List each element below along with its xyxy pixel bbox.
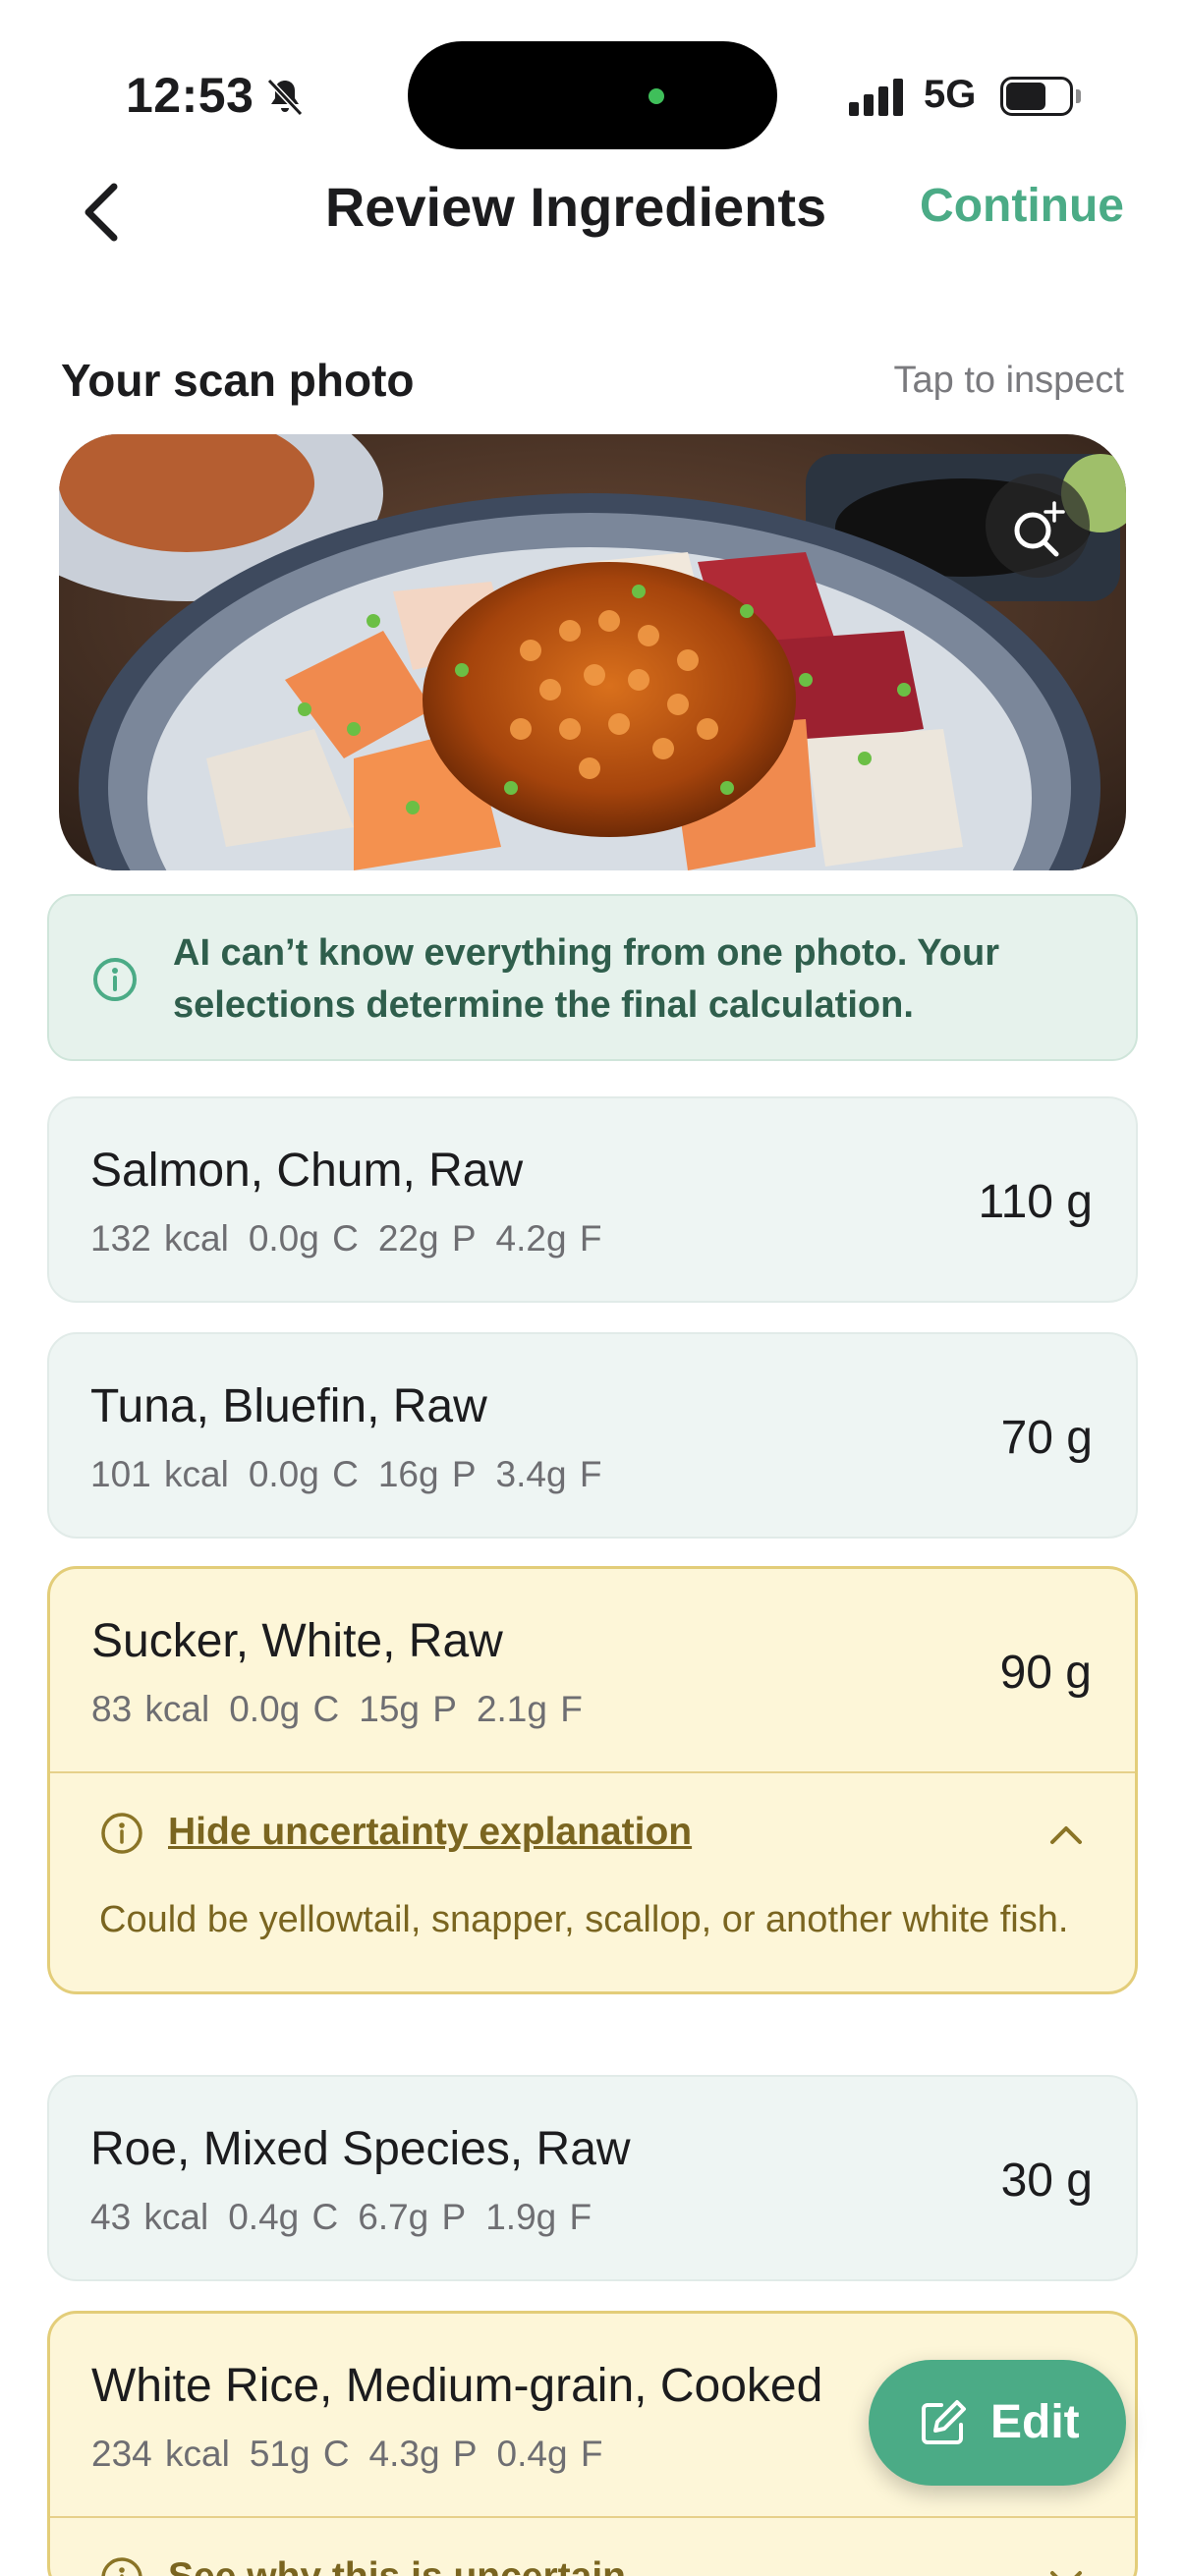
ingredient-card-uncertain[interactable]: Sucker, White, Raw 83 kcal 0.0g C 15g P 2.1… (47, 1566, 1138, 1994)
kcal-value: 43 kcal (90, 2197, 209, 2237)
protein-value: 22g P (377, 1218, 477, 1259)
ai-disclaimer-banner: AI can’t know everything from one photo.… (47, 894, 1138, 1061)
ingredient-macros: 101 kcal 0.0g C 16g P 3.4g F (90, 1454, 621, 1495)
fat-value: 1.9g F (485, 2197, 592, 2237)
status-time: 12:53 (126, 68, 254, 123)
kcal-value: 234 kcal (91, 2434, 230, 2474)
fat-value: 4.2g F (495, 1218, 602, 1259)
dynamic-island (408, 41, 777, 149)
uncertainty-explanation: Could be yellowtail, snapper, scallop, o… (99, 1899, 1069, 1940)
ingredient-name: Tuna, Bluefin, Raw (90, 1380, 487, 1432)
kcal-value: 83 kcal (91, 1689, 210, 1729)
carbs-value: 0.0g C (248, 1218, 359, 1259)
info-icon (101, 1813, 142, 1854)
chevron-up-icon[interactable] (1046, 1815, 1086, 1854)
ingredient-name: White Rice, Medium-grain, Cooked (91, 2360, 823, 2412)
chevron-down-icon[interactable] (1046, 2559, 1086, 2576)
info-icon (101, 2557, 142, 2576)
nav-bar: Review Ingredients Continue (0, 167, 1185, 265)
ingredient-summary[interactable]: Roe, Mixed Species, Raw 43 kcal 0.4g C 6.7… (49, 2077, 1136, 2279)
review-ingredients-screen: 12:53 5G Review Ingredients Continue You… (0, 0, 1185, 2576)
ingredient-quantity[interactable]: 90 g (1000, 1646, 1092, 1700)
fat-value: 2.1g F (476, 1689, 583, 1729)
camera-indicator-dot (649, 88, 664, 104)
ingredient-quantity[interactable]: 30 g (1001, 2154, 1093, 2208)
scan-photo-header: Your scan photo Tap to inspect (61, 354, 1124, 413)
edit-button[interactable]: Edit (869, 2360, 1126, 2486)
fat-value: 3.4g F (495, 1454, 602, 1494)
carbs-value: 0.0g C (229, 1689, 340, 1729)
ingredient-macros: 83 kcal 0.0g C 15g P 2.1g F (91, 1689, 602, 1730)
carbs-value: 0.0g C (248, 1454, 359, 1494)
protein-value: 15g P (359, 1689, 457, 1729)
kcal-value: 101 kcal (90, 1454, 229, 1494)
fat-value: 0.4g F (496, 2434, 603, 2474)
tap-to-inspect-hint: Tap to inspect (893, 360, 1124, 401)
scan-photo[interactable] (59, 434, 1126, 870)
food-photo-illustration (59, 434, 1126, 870)
uncertainty-toggle[interactable]: Hide uncertainty explanation (50, 1773, 1135, 1893)
see-uncertainty-link[interactable]: See why this is uncertain (168, 2555, 626, 2576)
ingredient-name: Roe, Mixed Species, Raw (90, 2123, 631, 2175)
ingredient-card[interactable]: Tuna, Bluefin, Raw 101 kcal 0.0g C 16g P 3.… (47, 1332, 1138, 1539)
ingredient-name: Salmon, Chum, Raw (90, 1145, 524, 1197)
ingredient-macros: 234 kcal 51g C 4.3g P 0.4g F (91, 2434, 622, 2475)
ingredient-quantity[interactable]: 110 g (978, 1175, 1093, 1229)
ingredient-macros: 132 kcal 0.0g C 22g P 4.2g F (90, 1218, 621, 1260)
continue-button[interactable]: Continue (920, 179, 1124, 233)
zoom-in-icon (1014, 501, 1065, 557)
battery-icon (1000, 77, 1081, 116)
signal-icon (849, 77, 908, 116)
protein-value: 6.7g P (358, 2197, 467, 2237)
ingredient-name: Sucker, White, Raw (91, 1615, 503, 1667)
ingredient-card[interactable]: Salmon, Chum, Raw 132 kcal 0.0g C 22g P 4.2… (47, 1096, 1138, 1303)
protein-value: 16g P (377, 1454, 477, 1494)
uncertainty-toggle[interactable]: See why this is uncertain (50, 2518, 1135, 2576)
ingredient-summary[interactable]: Sucker, White, Raw 83 kcal 0.0g C 15g P 2.1… (50, 1569, 1135, 1771)
ai-disclaimer-text: AI can’t know everything from one photo.… (173, 932, 999, 1026)
status-bar: 12:53 5G (0, 0, 1185, 177)
zoom-photo-button[interactable] (986, 474, 1090, 578)
hide-uncertainty-link[interactable]: Hide uncertainty explanation (168, 1811, 692, 1854)
carbs-value: 0.4g C (228, 2197, 339, 2237)
scan-photo-title: Your scan photo (61, 355, 415, 406)
ingredient-quantity[interactable]: 70 g (1001, 1411, 1093, 1465)
edit-button-label: Edit (990, 2396, 1080, 2448)
ingredient-card[interactable]: Roe, Mixed Species, Raw 43 kcal 0.4g C 6.7… (47, 2075, 1138, 2281)
network-type: 5G (924, 73, 977, 116)
ingredient-summary[interactable]: Salmon, Chum, Raw 132 kcal 0.0g C 22g P 4.2… (49, 1098, 1136, 1301)
protein-value: 4.3g P (368, 2434, 478, 2474)
ingredient-macros: 43 kcal 0.4g C 6.7g P 1.9g F (90, 2197, 611, 2238)
info-icon (93, 958, 137, 1001)
edit-icon (922, 2400, 966, 2444)
bell-slash-icon (266, 78, 304, 117)
carbs-value: 51g C (249, 2434, 350, 2474)
ingredient-summary[interactable]: Tuna, Bluefin, Raw 101 kcal 0.0g C 16g P 3.… (49, 1334, 1136, 1537)
kcal-value: 132 kcal (90, 1218, 229, 1259)
